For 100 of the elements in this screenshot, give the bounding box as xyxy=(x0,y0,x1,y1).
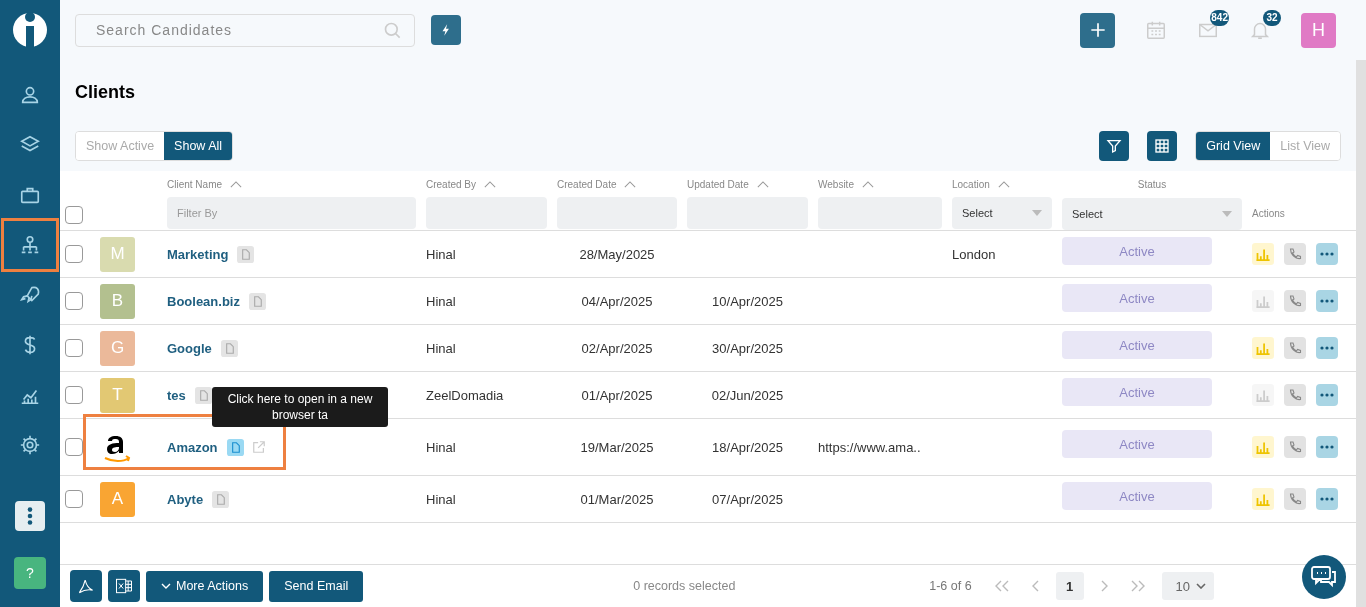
clients-nav-button[interactable] xyxy=(1,218,59,272)
filter-icon xyxy=(1106,138,1123,154)
sort-icon xyxy=(997,180,1010,188)
mail-count-badge: 842 xyxy=(1210,10,1229,26)
created-by-cell: Hinal xyxy=(426,293,456,309)
row-checkbox[interactable] xyxy=(65,245,83,263)
created-by-cell: ZeelDomadia xyxy=(426,387,504,403)
phone-icon[interactable] xyxy=(1284,488,1306,510)
sort-icon xyxy=(861,180,874,188)
caret-icon xyxy=(1032,210,1042,216)
flash-button[interactable] xyxy=(431,15,461,45)
page-range: 1-6 of 6 xyxy=(929,579,972,593)
more-options-icon[interactable] xyxy=(1316,290,1338,312)
page-title: Clients xyxy=(75,82,136,103)
filter-field[interactable] xyxy=(426,197,547,229)
filter-field[interactable]: Filter By xyxy=(167,197,416,229)
filter-button[interactable] xyxy=(1099,131,1130,161)
pdf-export-button[interactable] xyxy=(70,570,102,602)
search-field[interactable]: Search Candidates xyxy=(75,13,415,47)
more-menu-button[interactable] xyxy=(15,501,45,531)
client-name-link[interactable]: Amazon xyxy=(167,439,218,455)
client-name-link[interactable]: Google xyxy=(167,340,212,356)
client-name-link[interactable]: Boolean.biz xyxy=(167,293,240,309)
filter-field[interactable] xyxy=(557,197,677,229)
excel-export-button[interactable] xyxy=(108,570,140,602)
page-number-button[interactable]: 1 xyxy=(1055,572,1084,600)
table-row[interactable]: B Boolean.biz Hinal 04/Apr/2025 10/Apr/2025 Active xyxy=(60,278,1356,325)
scrollbar[interactable] xyxy=(1356,60,1366,607)
filter-field[interactable] xyxy=(818,197,942,229)
first-page-icon[interactable] xyxy=(993,580,1010,592)
last-page-icon[interactable] xyxy=(1129,580,1146,592)
document-icon[interactable] xyxy=(226,438,244,456)
column-header: Status xyxy=(1137,179,1167,190)
phone-icon[interactable] xyxy=(1284,243,1306,265)
sort-icon xyxy=(230,180,243,188)
caret-icon xyxy=(1195,583,1206,589)
select-all-checkbox[interactable] xyxy=(65,206,83,224)
document-icon[interactable] xyxy=(194,386,212,404)
row-checkbox[interactable] xyxy=(65,386,83,404)
location-cell: London xyxy=(952,246,996,262)
document-icon[interactable] xyxy=(237,245,255,263)
filter-select[interactable]: Select xyxy=(1062,197,1242,230)
chat-icon xyxy=(1310,565,1338,589)
sortable-column-header[interactable]: Created Date xyxy=(557,178,637,190)
page-size-select[interactable]: 10 xyxy=(1161,572,1214,600)
sortable-column-header[interactable]: Created By xyxy=(426,178,497,190)
filter-toggle-button[interactable]: Show All xyxy=(164,132,233,160)
client-avatar: A xyxy=(100,481,135,517)
tooltip: Click here to open in a new browser ta xyxy=(212,387,388,427)
sortable-column-header[interactable]: Client Name xyxy=(167,178,243,190)
created-date-cell: 19/Mar/2025 xyxy=(580,439,654,455)
client-name-link[interactable]: Marketing xyxy=(167,246,229,262)
gear-icon xyxy=(19,434,41,456)
client-name-link[interactable]: tes xyxy=(167,387,186,403)
more-options-icon[interactable] xyxy=(1316,384,1338,406)
sort-icon xyxy=(624,180,637,188)
more-options-icon[interactable] xyxy=(1316,337,1338,359)
rocket-icon xyxy=(19,284,41,306)
dots-icon xyxy=(25,505,35,527)
created-date-cell: 01/Apr/2025 xyxy=(581,387,653,403)
sortable-column-header[interactable]: Website xyxy=(818,178,874,190)
notification-count-badge: 32 xyxy=(1263,10,1281,26)
more-options-icon[interactable] xyxy=(1316,436,1338,458)
table-row[interactable]: G Google Hinal 02/Apr/2025 30/Apr/2025 Active xyxy=(60,325,1356,372)
row-checkbox[interactable] xyxy=(65,292,83,310)
view-toggle-button[interactable]: Grid View xyxy=(1196,132,1271,160)
table-row[interactable]: M Marketing Hinal 28/May/2025 London Active xyxy=(60,231,1356,278)
columns-grid-button[interactable] xyxy=(1147,131,1178,161)
selection-count: 0 records selected xyxy=(633,579,737,593)
more-options-icon[interactable] xyxy=(1316,243,1338,265)
phone-icon[interactable] xyxy=(1284,290,1306,312)
updated-date-cell: 18/Apr/2025 xyxy=(712,439,783,455)
phone-icon[interactable] xyxy=(1284,436,1306,458)
document-icon[interactable] xyxy=(212,490,230,508)
search-icon xyxy=(383,20,403,41)
filter-field[interactable] xyxy=(687,197,808,229)
created-by-cell: Hinal xyxy=(426,491,456,507)
sort-icon xyxy=(484,180,497,188)
sortable-column-header[interactable]: Updated Date xyxy=(687,178,769,190)
add-button[interactable] xyxy=(1080,12,1115,48)
filter-select[interactable]: Select xyxy=(952,197,1052,229)
client-name-link[interactable]: Abyte xyxy=(167,491,204,507)
send-email-button[interactable]: Send Email xyxy=(269,570,364,602)
table-row[interactable]: A Abyte Hinal 01/Mar/2025 07/Apr/2025 Active xyxy=(60,476,1356,523)
row-checkbox[interactable] xyxy=(65,438,83,456)
row-checkbox[interactable] xyxy=(65,490,83,508)
updated-date-cell: 10/Apr/2025 xyxy=(712,293,783,309)
phone-icon[interactable] xyxy=(1284,337,1306,359)
more-actions-button[interactable]: More Actions xyxy=(146,570,264,602)
client-avatar: B xyxy=(100,283,135,319)
client-avatar: M xyxy=(100,236,135,272)
updated-date-cell: 02/Jun/2025 xyxy=(711,387,784,403)
phone-icon[interactable] xyxy=(1284,384,1306,406)
more-options-icon[interactable] xyxy=(1316,488,1338,510)
document-icon[interactable] xyxy=(248,292,266,310)
sortable-column-header[interactable]: Location xyxy=(952,178,1010,190)
row-checkbox[interactable] xyxy=(65,339,83,357)
created-date-cell: 01/Mar/2025 xyxy=(580,491,654,507)
grid-icon xyxy=(1154,138,1171,154)
document-icon[interactable] xyxy=(220,339,238,357)
